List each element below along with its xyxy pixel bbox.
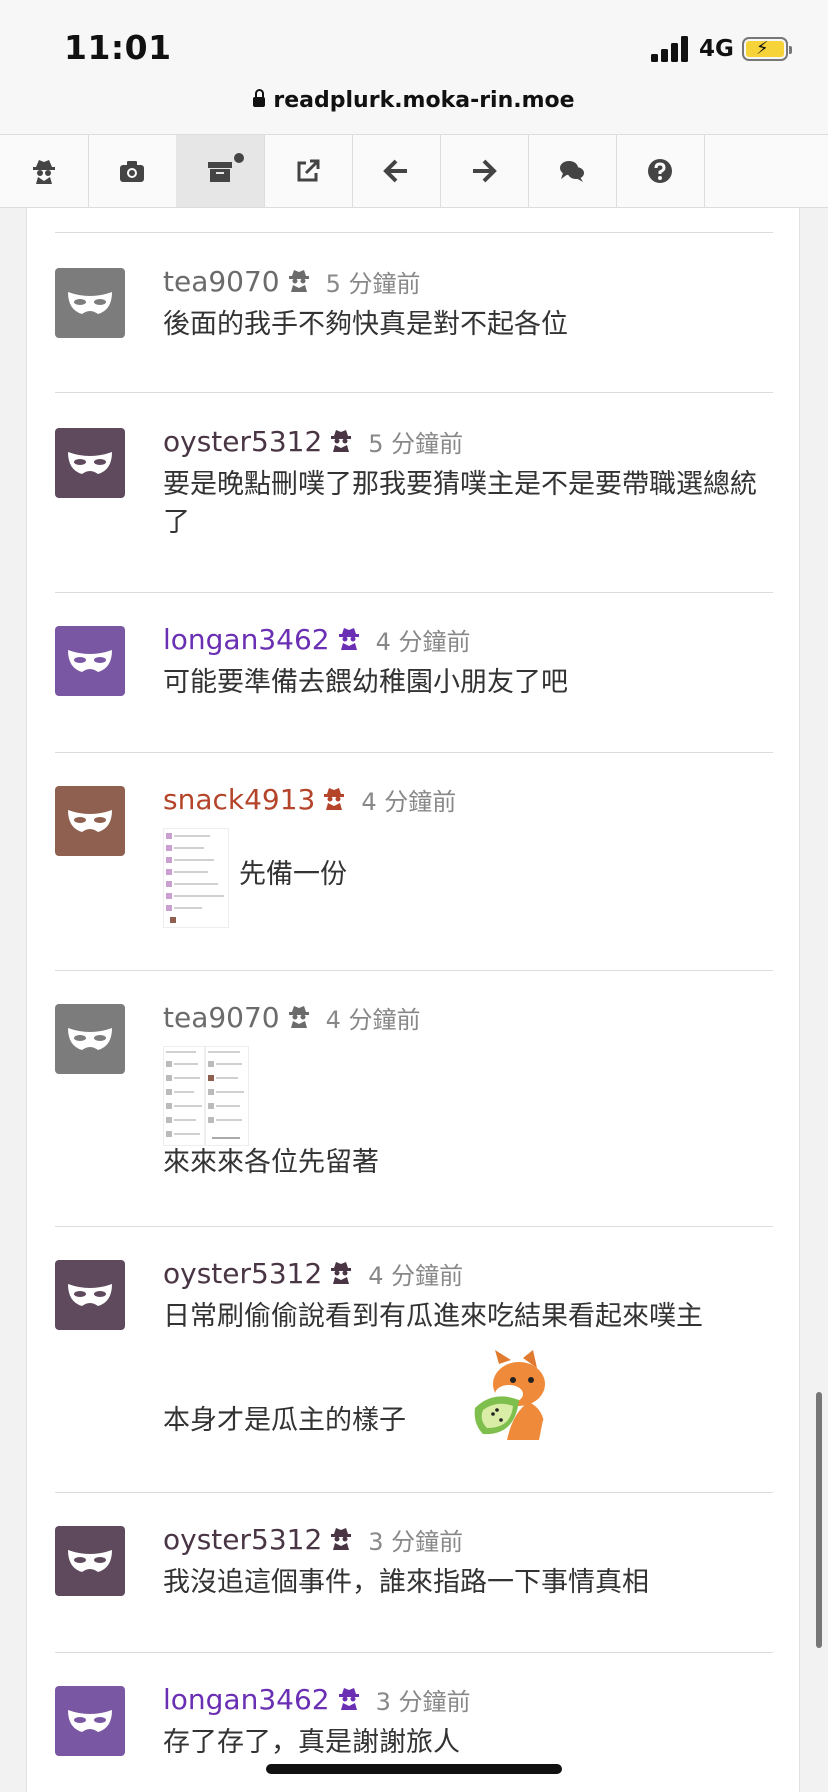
mask-icon — [68, 1550, 112, 1572]
timestamp: 4 分鐘前 — [325, 1006, 421, 1034]
anonymous-icon — [330, 1526, 352, 1554]
external-link-button[interactable] — [264, 135, 353, 207]
archive-button[interactable] — [176, 135, 265, 207]
list-item: oyster5312 3 分鐘前 我沒追這個事件，誰來指路一下事情真相 — [55, 1523, 773, 1646]
avatar[interactable] — [55, 428, 125, 498]
avatar[interactable] — [55, 626, 125, 696]
anonymous-icon — [288, 1004, 310, 1032]
archive-icon — [208, 162, 232, 182]
response-text: 本身才是瓜主的樣子 — [163, 1405, 406, 1436]
address-bar[interactable]: readplurk.moka-rin.moe — [0, 84, 828, 134]
username[interactable]: longan3462 — [163, 1683, 330, 1716]
mask-icon — [68, 650, 112, 672]
response-list: tea9070 5 分鐘前 後面的我手不夠快真是對不起各位 oyster5312 5… — [26, 208, 800, 1792]
list-item: oyster5312 5 分鐘前 要是晚點刪噗了那我要猜噗主是不是要帶職選總統了 — [55, 425, 773, 588]
timestamp: 4 分鐘前 — [375, 628, 471, 656]
lock-icon — [253, 89, 266, 107]
external-link-icon — [297, 159, 320, 182]
avatar[interactable] — [55, 1526, 125, 1596]
avatar[interactable] — [55, 268, 125, 338]
divider — [55, 752, 773, 753]
divider — [55, 392, 773, 393]
home-indicator[interactable] — [266, 1764, 562, 1774]
list-item: tea9070 5 分鐘前 後面的我手不夠快真是對不起各位 — [55, 265, 773, 388]
arrow-right-icon — [473, 159, 497, 183]
username[interactable]: tea9070 — [163, 1001, 280, 1034]
divider — [55, 970, 773, 971]
anonymous-icon — [338, 626, 360, 654]
username[interactable]: tea9070 — [163, 265, 280, 298]
anonymous-icon — [33, 160, 55, 184]
clock: 11:01 — [64, 28, 172, 67]
divider — [55, 232, 773, 233]
mask-icon — [68, 1284, 112, 1306]
scrollbar[interactable] — [816, 1392, 822, 1648]
back-button[interactable] — [352, 135, 441, 207]
mask-icon — [68, 1028, 112, 1050]
anonymous-icon — [330, 428, 352, 456]
divider — [55, 1492, 773, 1493]
timestamp: 3 分鐘前 — [368, 1528, 464, 1556]
timestamp: 5 分鐘前 — [325, 270, 421, 298]
forward-button[interactable] — [440, 135, 529, 207]
anonymous-button[interactable] — [0, 135, 89, 207]
battery-icon: ⚡ — [742, 37, 792, 61]
list-item: tea9070 4 分鐘前 來來來各位先留著 — [55, 1001, 773, 1214]
timestamp: 4 分鐘前 — [368, 1262, 464, 1290]
response-text: 後面的我手不夠快真是對不起各位 — [163, 309, 568, 340]
username[interactable]: oyster5312 — [163, 1257, 322, 1290]
avatar[interactable] — [55, 1686, 125, 1756]
timestamp: 4 分鐘前 — [361, 788, 457, 816]
divider — [55, 592, 773, 593]
list-item: snack4913 4 分鐘前 先備一份 — [55, 783, 773, 966]
response-text: 先備一份 — [239, 859, 347, 890]
mask-icon — [68, 810, 112, 832]
notification-dot — [234, 153, 244, 163]
help-button[interactable] — [616, 135, 705, 207]
avatar[interactable] — [55, 1004, 125, 1074]
arrow-left-icon — [383, 159, 407, 183]
username[interactable]: longan3462 — [163, 623, 330, 656]
anonymous-icon — [288, 268, 310, 296]
divider — [55, 1652, 773, 1653]
image-thumbnail[interactable] — [205, 1046, 249, 1146]
response-text: 要是晚點刪噗了那我要猜噗主是不是要帶職選總統了 — [163, 469, 757, 538]
response-text: 可能要準備去餵幼稚園小朋友了吧 — [163, 667, 568, 698]
anonymous-icon — [323, 786, 345, 814]
timestamp: 3 分鐘前 — [375, 1688, 471, 1716]
mask-icon — [68, 452, 112, 474]
response-text: 日常刷偷偷說看到有瓜進來吃結果看起來噗主 — [163, 1301, 703, 1332]
network-type: 4G — [699, 36, 734, 62]
divider — [55, 1226, 773, 1227]
username[interactable]: oyster5312 — [163, 1523, 322, 1556]
list-item: longan3462 4 分鐘前 可能要準備去餵幼稚園小朋友了吧 — [55, 623, 773, 746]
url-text: readplurk.moka-rin.moe — [273, 88, 575, 113]
list-item: oyster5312 4 分鐘前 日常刷偷偷說看到有瓜進來吃結果看起來噗主 本身才… — [55, 1257, 773, 1470]
response-text: 存了存了，真是謝謝旅人 — [163, 1727, 460, 1758]
avatar[interactable] — [55, 1260, 125, 1330]
list-item: longan3462 3 分鐘前 存了存了，真是謝謝旅人 — [55, 1683, 773, 1792]
timestamp: 5 分鐘前 — [368, 430, 464, 458]
mask-icon — [68, 1710, 112, 1732]
camera-icon — [120, 161, 144, 182]
response-text: 我沒追這個事件，誰來指路一下事情真相 — [163, 1567, 649, 1598]
comments-button[interactable] — [528, 135, 617, 207]
mask-icon — [68, 292, 112, 314]
anonymous-icon — [330, 1260, 352, 1288]
toolbar — [0, 134, 828, 208]
comments-icon — [560, 161, 584, 182]
image-thumbnail[interactable] — [163, 1046, 205, 1146]
response-text: 來來來各位先留著 — [163, 1147, 379, 1178]
help-icon — [648, 159, 672, 183]
status-bar: 11:01 4G ⚡ — [0, 0, 828, 90]
signal-icon — [651, 36, 693, 62]
username[interactable]: oyster5312 — [163, 425, 322, 458]
fox-emoticon — [473, 1350, 559, 1442]
avatar[interactable] — [55, 786, 125, 856]
anonymous-icon — [338, 1686, 360, 1714]
camera-button[interactable] — [88, 135, 177, 207]
username[interactable]: snack4913 — [163, 783, 315, 816]
image-thumbnail[interactable] — [163, 828, 229, 928]
